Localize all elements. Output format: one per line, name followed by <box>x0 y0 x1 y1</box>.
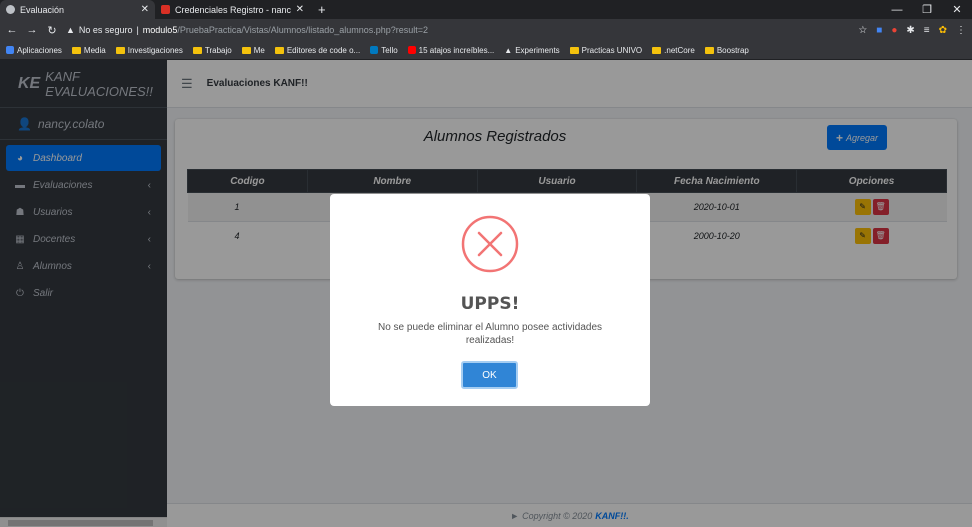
window-controls: — ❐ ✕ <box>882 0 972 19</box>
folder-icon <box>71 46 81 54</box>
youtube-icon <box>407 46 416 54</box>
folder-icon <box>274 46 284 54</box>
reload-icon[interactable]: ↻ <box>46 24 58 37</box>
browser-tab-credenciales[interactable]: Credenciales Registro - nancycol ✕ <box>155 0 310 19</box>
url-field[interactable]: ▲ No es seguro | modulo5/PruebaPractica/… <box>66 25 850 35</box>
dialog-message: No se puede eliminar el Alumno posee act… <box>377 322 603 346</box>
bookmark-tello[interactable]: Tello <box>370 46 398 55</box>
folder-icon <box>192 46 202 54</box>
security-label: No es seguro <box>78 25 133 35</box>
bookmark-media[interactable]: Media <box>71 46 106 55</box>
bookmark-atajos[interactable]: 15 atajos increíbles... <box>407 46 494 55</box>
bookmark-editores[interactable]: Editores de code o... <box>274 46 360 55</box>
bookmark-netcore[interactable]: .netCore <box>652 46 695 55</box>
address-bar: ← → ↻ ▲ No es seguro | modulo5/PruebaPra… <box>0 19 972 41</box>
url-divider: | <box>136 25 139 35</box>
menu-icon[interactable]: ⋮ <box>956 25 966 36</box>
globe-icon <box>6 5 15 14</box>
profile-icon[interactable]: ✿ <box>939 25 947 36</box>
bookmark-trabajo[interactable]: Trabajo <box>192 46 232 55</box>
trello-icon <box>370 46 379 54</box>
browser-tab-evaluacion[interactable]: Evaluación ✕ <box>0 0 155 19</box>
puzzle-icon[interactable]: ✱ <box>906 25 914 36</box>
close-tab-icon[interactable]: ✕ <box>296 4 304 15</box>
close-tab-icon[interactable]: ✕ <box>141 4 149 15</box>
gmail-icon <box>161 5 170 14</box>
folder-icon <box>704 46 714 54</box>
tab-title: Evaluación <box>20 4 65 15</box>
bookmark-practicas[interactable]: Practicas UNIVO <box>569 46 642 55</box>
url-host: modulo5 <box>142 25 178 35</box>
bookmark-investigaciones[interactable]: Investigaciones <box>115 46 183 55</box>
tab-title: Credenciales Registro - nancycol <box>175 4 291 15</box>
bookmark-me[interactable]: Me <box>241 46 265 55</box>
experiments-icon: ▲ <box>504 45 513 55</box>
extension-icon[interactable]: ■ <box>876 25 882 36</box>
folder-icon <box>652 46 662 54</box>
bookmark-aplicaciones[interactable]: Aplicaciones <box>6 46 62 55</box>
folder-icon <box>241 46 251 54</box>
minimize-icon[interactable]: — <box>882 0 912 19</box>
bookmarks-bar: Aplicaciones Media Investigaciones Traba… <box>0 41 972 60</box>
dialog-title: UPPS! <box>460 294 520 314</box>
playlist-icon[interactable]: ≡ <box>924 25 930 36</box>
new-tab-button[interactable]: + <box>310 0 334 19</box>
url-path: /PruebaPractica/Vistas/Alumnos/listado_a… <box>177 25 429 35</box>
folder-icon <box>569 46 579 54</box>
close-window-icon[interactable]: ✕ <box>942 0 972 19</box>
error-x-icon <box>461 215 519 273</box>
extension-icons: ☆ ■ ● ✱ ≡ ✿ ⋮ <box>858 25 966 36</box>
forward-icon[interactable]: → <box>26 24 38 36</box>
back-icon[interactable]: ← <box>6 24 18 36</box>
warning-icon: ▲ <box>66 25 75 35</box>
bookmark-boostrap[interactable]: Boostrap <box>704 46 749 55</box>
extension-red-icon[interactable]: ● <box>891 25 897 36</box>
error-dialog: UPPS! No se puede eliminar el Alumno pos… <box>330 194 650 406</box>
folder-icon <box>115 46 125 54</box>
browser-tab-bar: Evaluación ✕ Credenciales Registro - nan… <box>0 0 972 19</box>
ok-button[interactable]: OK <box>461 361 518 389</box>
apps-icon <box>6 46 14 54</box>
bookmark-experiments[interactable]: ▲ Experiments <box>504 46 559 55</box>
star-icon[interactable]: ☆ <box>858 25 867 36</box>
maximize-icon[interactable]: ❐ <box>912 0 942 19</box>
